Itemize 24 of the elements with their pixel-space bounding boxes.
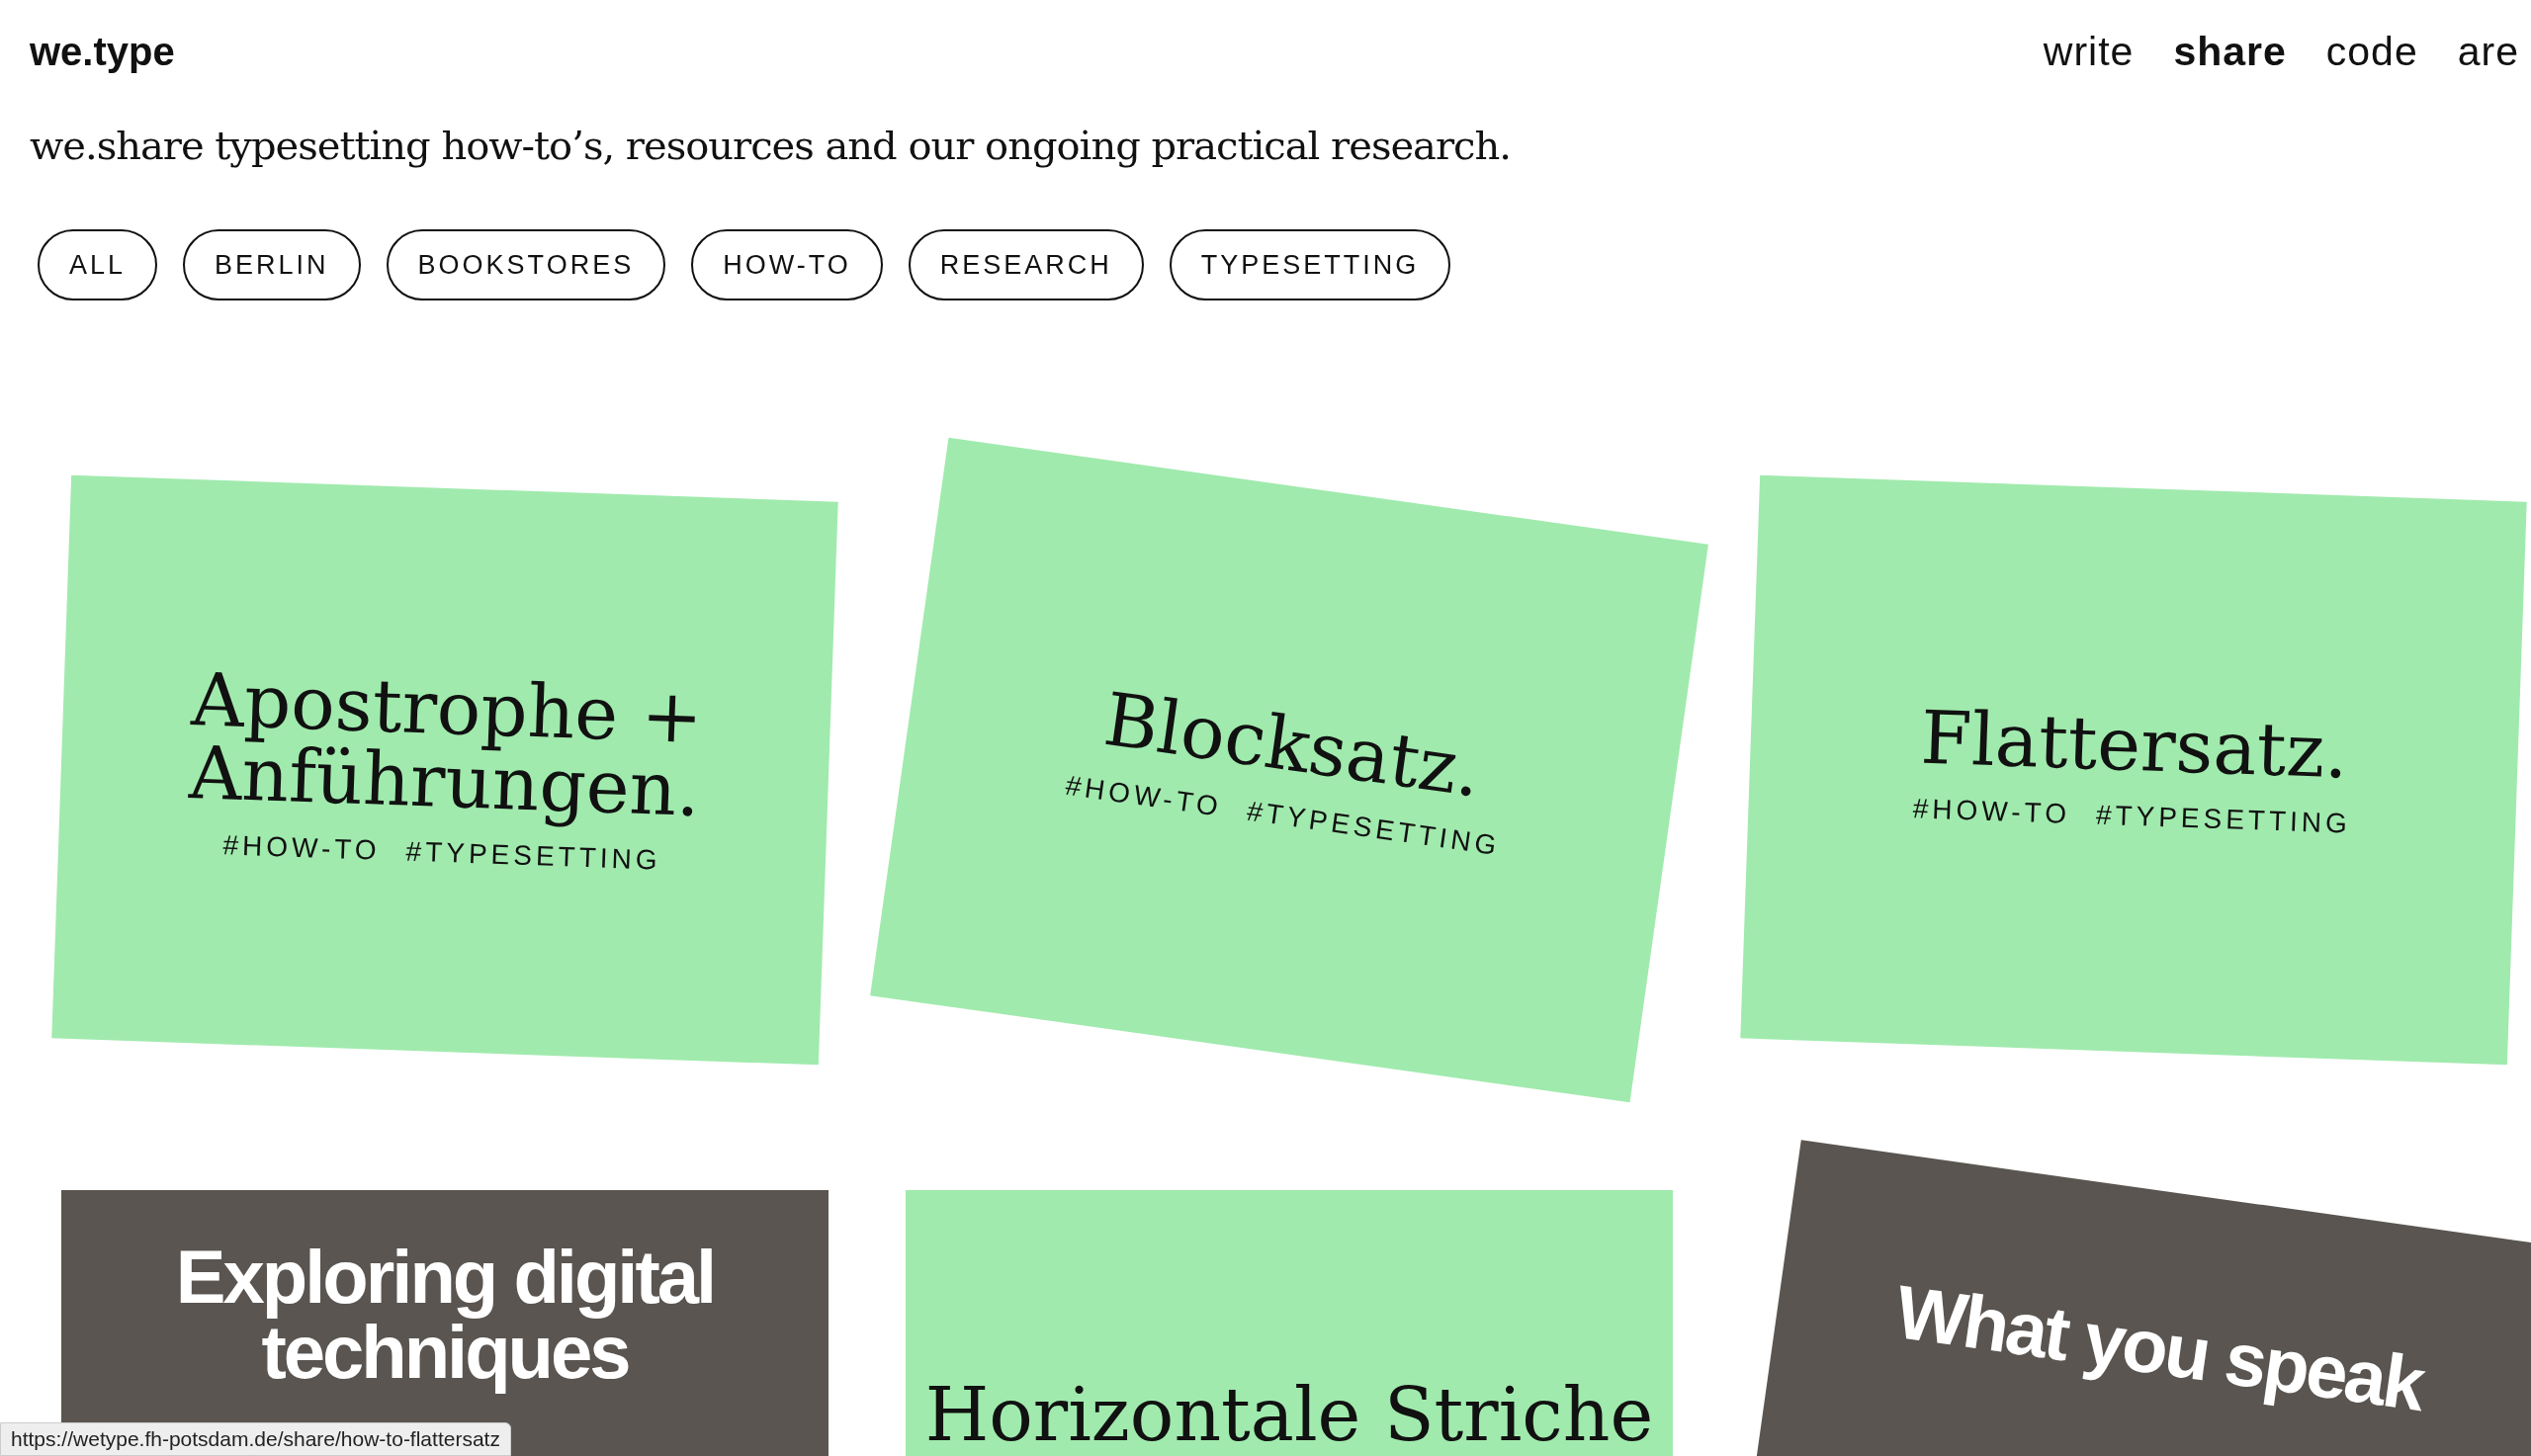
article-card[interactable]: Horizontale Striche <box>906 1190 1673 1456</box>
filter-chip[interactable]: HOW-TO <box>691 229 883 300</box>
status-url: https://wetype.fh-potsdam.de/share/how-to-flattersatz <box>0 1422 511 1456</box>
tagline: we.share typesetting how-to’s, resources and our ongoing practical research. <box>30 123 1512 168</box>
card-title: What you speak <box>1891 1273 2427 1422</box>
article-card[interactable]: Apostrophe + Anführungen. #HOW-TO #TYPESETTING <box>51 474 838 1066</box>
filter-chip[interactable]: RESEARCH <box>908 229 1144 300</box>
nav-link[interactable]: write <box>2043 28 2135 75</box>
nav-link[interactable]: code <box>2325 28 2418 75</box>
article-card[interactable]: Flattersatz. #HOW-TO #TYPESETTING <box>1740 474 2527 1066</box>
filter-chip[interactable]: BOOKSTORES <box>386 229 666 300</box>
filter-chip[interactable]: BERLIN <box>183 229 361 300</box>
filter-chip[interactable]: ALL <box>38 229 158 300</box>
card-title: Flattersatz. <box>1919 700 2350 789</box>
nav-link[interactable]: share <box>2173 28 2287 75</box>
card-title: Apostrophe + Anführungen. <box>187 662 704 826</box>
filter-chip[interactable]: TYPESETTING <box>1169 229 1451 300</box>
card-tag: #HOW-TO <box>222 829 382 867</box>
card-tag: #TYPESETTING <box>405 835 662 877</box>
card-tag: #HOW-TO <box>1912 793 2071 830</box>
nav-link[interactable]: are <box>2457 28 2519 75</box>
site-logo[interactable]: we.type <box>30 29 175 74</box>
card-tag: #TYPESETTING <box>2095 799 2352 840</box>
card-title: Horizontale Striche <box>924 1378 1654 1451</box>
